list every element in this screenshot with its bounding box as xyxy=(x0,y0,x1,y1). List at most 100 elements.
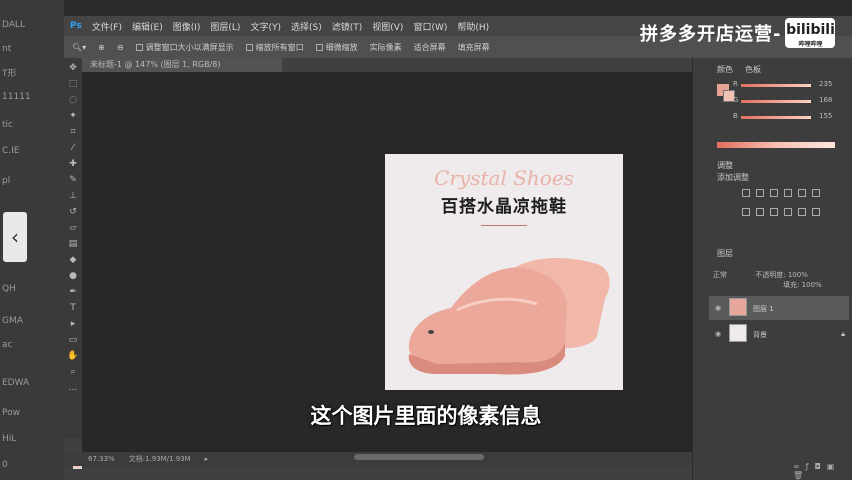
crop-tool-icon[interactable]: ⌗ xyxy=(67,127,79,137)
eye-icon[interactable]: ◉ xyxy=(715,304,721,312)
history-brush-icon[interactable]: ↺ xyxy=(67,207,79,217)
horizontal-scrollbar[interactable] xyxy=(354,454,484,460)
status-arrow-icon[interactable]: ▸ xyxy=(205,455,209,463)
color-spectrum[interactable] xyxy=(717,142,835,148)
slider-value-g[interactable]: 168 xyxy=(819,96,832,104)
doc-size: 文档:1.93M/1.93M xyxy=(128,455,191,463)
menu-help[interactable]: 帮助(H) xyxy=(457,20,489,33)
gradient-tool-icon[interactable]: ▤ xyxy=(67,239,79,249)
eyedropper-tool-icon[interactable]: ⁄ xyxy=(67,143,79,153)
document-canvas[interactable]: Crystal Shoes 百搭水晶凉拖鞋 xyxy=(385,154,623,390)
logo-subtext: 哔哩哔哩 xyxy=(798,41,823,48)
marquee-tool-icon[interactable]: ⬚ xyxy=(67,79,79,89)
balance-icon[interactable] xyxy=(742,208,750,216)
move-tool-icon[interactable]: ✥ xyxy=(67,63,79,73)
tab-layers[interactable]: 图层 xyxy=(717,248,733,259)
checkbox[interactable] xyxy=(245,43,253,51)
checkbox[interactable] xyxy=(135,43,143,51)
slider-b[interactable] xyxy=(741,116,811,119)
zoom-out-icon[interactable]: ⊖ xyxy=(117,43,124,52)
magic-wand-tool-icon[interactable]: ✦ xyxy=(67,111,79,121)
eye-icon[interactable]: ◉ xyxy=(715,330,721,338)
menu-file[interactable]: 文件(F) xyxy=(92,20,122,33)
link-icon[interactable]: ∞ xyxy=(793,462,806,471)
hand-tool-icon[interactable]: ✋ xyxy=(67,351,79,361)
tab-adjustments[interactable]: 调整 xyxy=(717,160,733,171)
opacity-value[interactable]: 100% xyxy=(788,271,808,279)
shape-tool-icon[interactable]: ▭ xyxy=(67,335,79,345)
desktop-text: DALL xyxy=(2,20,25,30)
vibrance-icon[interactable] xyxy=(798,189,806,197)
menu-view[interactable]: 视图(V) xyxy=(372,20,403,33)
menu-filter[interactable]: 滤镜(T) xyxy=(332,20,363,33)
menu-layer[interactable]: 图层(L) xyxy=(210,20,240,33)
option-scrubby-zoom[interactable]: 细微缩放 xyxy=(315,42,358,53)
option-label: 调整窗口大小以满屏显示 xyxy=(145,42,234,52)
fit-screen-button[interactable]: 适合屏幕 xyxy=(414,42,446,53)
crystal-slipper-image xyxy=(408,258,610,375)
menu-type[interactable]: 文字(Y) xyxy=(250,20,281,33)
menu-window[interactable]: 窗口(W) xyxy=(413,20,447,33)
zoom-in-icon[interactable]: ⊕ xyxy=(98,43,105,52)
option-label: 缩放所有窗口 xyxy=(255,42,304,52)
mixer-icon[interactable] xyxy=(784,208,792,216)
zoom-level[interactable]: 67.33% xyxy=(88,455,115,463)
blend-mode-select[interactable]: 正常 xyxy=(713,271,727,279)
curves-icon[interactable] xyxy=(770,189,778,197)
tab-color[interactable]: 颜色 xyxy=(717,64,733,75)
menu-edit[interactable]: 编辑(E) xyxy=(132,20,163,33)
invert-icon[interactable] xyxy=(798,208,806,216)
type-tool-icon[interactable]: T xyxy=(67,303,79,313)
bilibili-logo: bilibili 哔哩哔哩 xyxy=(785,18,836,48)
brush-tool-icon[interactable]: ✎ xyxy=(67,175,79,185)
canvas-area[interactable]: Crystal Shoes 百搭水晶凉拖鞋 xyxy=(82,72,698,462)
brightness-icon[interactable] xyxy=(742,189,750,197)
photo-filter-icon[interactable] xyxy=(770,208,778,216)
desktop-text: 0 xyxy=(2,460,8,470)
new-layer-icon[interactable]: ▣ xyxy=(827,462,841,471)
fill-screen-button[interactable]: 填充屏幕 xyxy=(458,42,490,53)
desktop-text: QH xyxy=(2,284,16,294)
desktop-text: ac xyxy=(2,340,13,350)
bw-icon[interactable] xyxy=(756,208,764,216)
slider-r[interactable] xyxy=(741,84,811,87)
layer-row[interactable]: ◉ 背景 🔒︎ xyxy=(709,322,849,346)
fx-icon[interactable]: ƒ xyxy=(806,462,815,471)
slider-g[interactable] xyxy=(741,100,811,103)
opacity-label: 不透明度: xyxy=(755,271,786,279)
pen-tool-icon[interactable]: ✒ xyxy=(67,287,79,297)
fill-value[interactable]: 100% xyxy=(802,281,822,289)
zoom-tool-icon[interactable]: 🔍︎▾ xyxy=(72,43,86,52)
slider-value-b[interactable]: 155 xyxy=(819,112,832,120)
more-tools-icon[interactable]: … xyxy=(67,383,79,393)
desktop-text: EDWA xyxy=(2,378,30,388)
back-arrow-button[interactable]: ‹ xyxy=(3,212,27,262)
mask-icon[interactable]: ◘ xyxy=(815,462,827,471)
adjustment-icons xyxy=(739,184,829,222)
trash-icon[interactable]: 🗑︎ xyxy=(793,471,809,480)
blur-tool-icon[interactable]: ◆ xyxy=(67,255,79,265)
checkbox[interactable] xyxy=(315,43,323,51)
hue-icon[interactable] xyxy=(812,189,820,197)
dodge-tool-icon[interactable]: ● xyxy=(67,271,79,281)
path-select-tool-icon[interactable]: ▸ xyxy=(67,319,79,329)
exposure-icon[interactable] xyxy=(784,189,792,197)
layer-row[interactable]: ◉ 图层 1 xyxy=(709,296,849,320)
threshold-icon[interactable] xyxy=(812,208,820,216)
option-zoom-all[interactable]: 缩放所有窗口 xyxy=(245,42,304,53)
healing-tool-icon[interactable]: ✚ xyxy=(67,159,79,169)
stamp-tool-icon[interactable]: ⊥ xyxy=(67,191,79,201)
eraser-tool-icon[interactable]: ▱ xyxy=(67,223,79,233)
slider-value-r[interactable]: 235 xyxy=(819,80,832,88)
desktop-text: pl xyxy=(2,176,11,186)
document-tab[interactable]: 未标题-1 @ 147% (图层 1, RGB/8) xyxy=(82,58,282,72)
zoom-tool-icon[interactable]: ⌕ xyxy=(67,367,79,377)
lock-icon: 🔒︎ xyxy=(841,330,845,338)
levels-icon[interactable] xyxy=(756,189,764,197)
option-resize-window[interactable]: 调整窗口大小以满屏显示 xyxy=(135,42,234,53)
tab-swatches[interactable]: 色板 xyxy=(745,64,761,75)
lasso-tool-icon[interactable]: ◌ xyxy=(67,95,79,105)
actual-pixels-button[interactable]: 实际像素 xyxy=(370,42,402,53)
menu-select[interactable]: 选择(S) xyxy=(291,20,322,33)
menu-image[interactable]: 图像(I) xyxy=(173,20,201,33)
